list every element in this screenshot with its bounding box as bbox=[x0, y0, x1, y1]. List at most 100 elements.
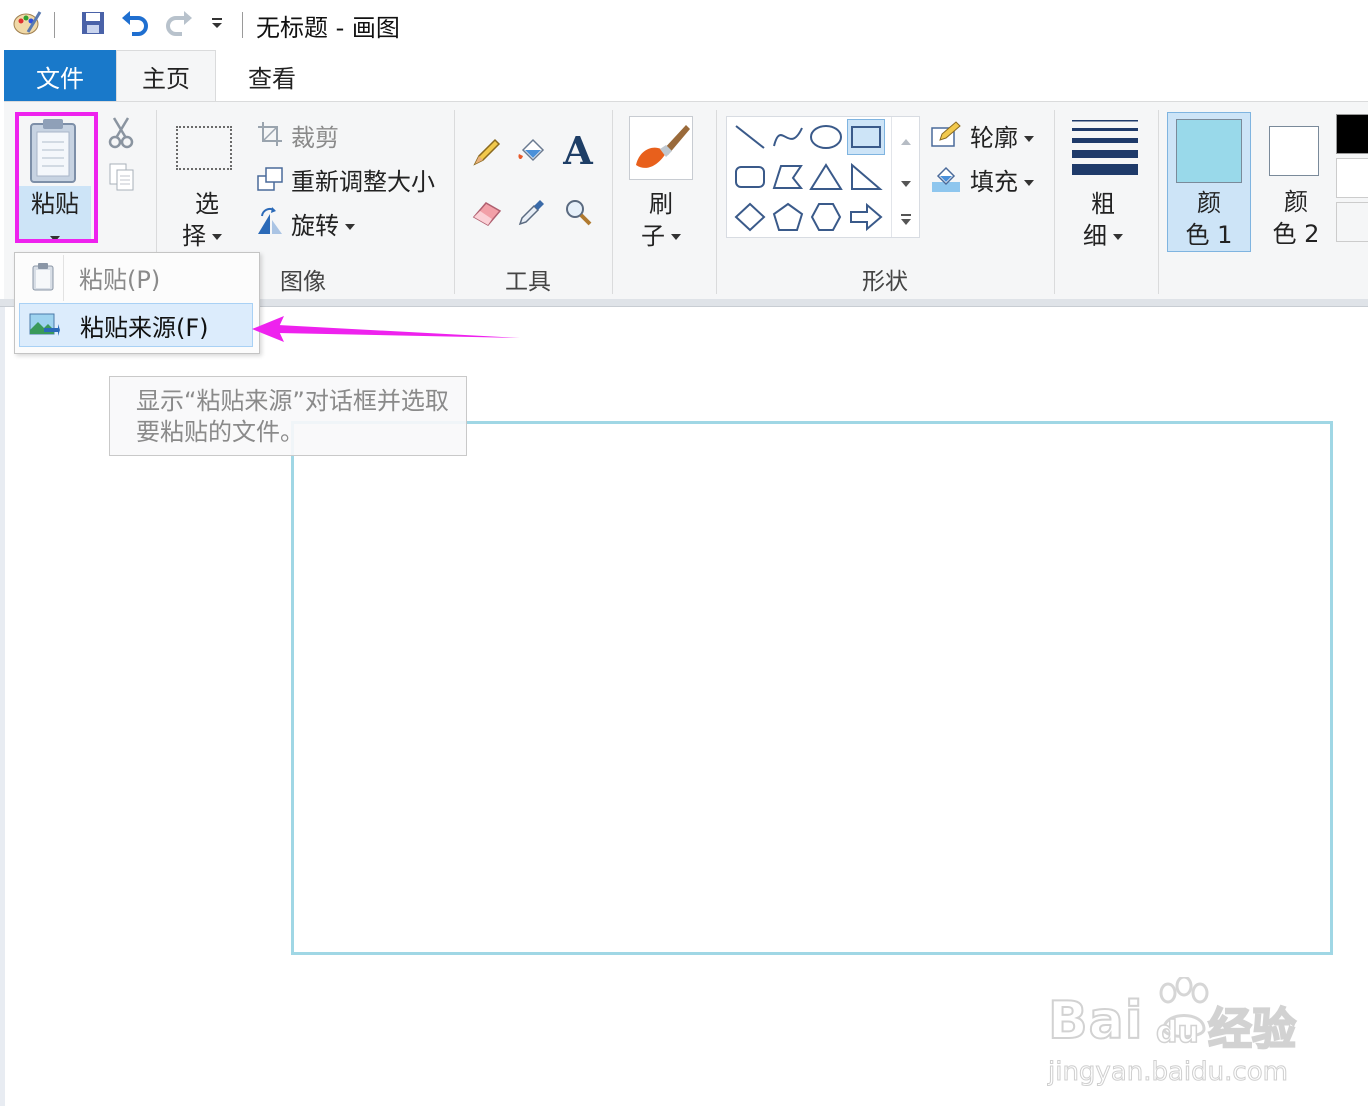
rotate-button[interactable]: 旋转 bbox=[291, 206, 355, 241]
paste-menu: 粘贴(P) 粘贴来源(F) bbox=[14, 252, 260, 354]
magnifier-icon[interactable] bbox=[558, 192, 598, 232]
brushes-label-1: 刷 bbox=[649, 190, 673, 218]
pentagon-shape-icon[interactable] bbox=[769, 199, 807, 235]
group-separator bbox=[716, 110, 717, 294]
chevron-down-icon bbox=[1113, 234, 1123, 240]
paint-app-icon[interactable] bbox=[12, 8, 42, 38]
chevron-down-icon bbox=[1024, 136, 1034, 142]
group-label-shapes: 形状 bbox=[862, 269, 908, 295]
group-separator bbox=[454, 110, 455, 294]
fill-bucket-icon[interactable] bbox=[512, 132, 552, 172]
pencil-icon[interactable] bbox=[467, 132, 507, 172]
watermark-url: jingyan.baidu.com bbox=[1048, 1057, 1289, 1088]
hexagon-shape-icon[interactable] bbox=[807, 199, 845, 235]
right-triangle-shape-icon[interactable] bbox=[847, 159, 885, 195]
paste-from-icon bbox=[20, 312, 68, 338]
line-shape-icon[interactable] bbox=[731, 119, 769, 155]
color-picker-icon[interactable] bbox=[512, 192, 552, 232]
group-label-tools: 工具 bbox=[505, 269, 551, 295]
palette-swatch-black[interactable] bbox=[1336, 114, 1368, 154]
select-label-1: 选 bbox=[195, 190, 219, 218]
tooltip-line-1: 显示“粘贴来源”对话框并选取 bbox=[136, 387, 449, 415]
brush-icon[interactable] bbox=[629, 116, 693, 180]
window-left-edge bbox=[0, 307, 5, 1106]
chevron-down-icon bbox=[671, 234, 681, 240]
group-label-image: 图像 bbox=[280, 269, 326, 295]
palette-swatch-white[interactable] bbox=[1336, 158, 1368, 198]
menu-item-paste-from-label: 粘贴来源(F) bbox=[80, 313, 209, 342]
size-label-2: 细 bbox=[1083, 222, 1107, 250]
size-button[interactable]: 细 bbox=[1070, 220, 1136, 252]
gallery-scroll bbox=[891, 117, 920, 237]
scroll-down-icon[interactable] bbox=[901, 173, 911, 192]
resize-label[interactable]: 重新调整大小 bbox=[291, 162, 435, 197]
scroll-up-icon[interactable] bbox=[901, 131, 911, 150]
brushes-button[interactable]: 子 bbox=[628, 220, 694, 252]
outline-icon[interactable] bbox=[930, 120, 962, 154]
resize-icon[interactable] bbox=[256, 164, 286, 198]
shapes-gallery bbox=[726, 116, 920, 238]
color1-button[interactable]: 颜 色 1 bbox=[1167, 112, 1251, 252]
rectangle-shape-icon[interactable] bbox=[847, 119, 885, 155]
palette-swatch-empty[interactable] bbox=[1336, 202, 1368, 242]
separator bbox=[242, 12, 243, 38]
group-separator bbox=[612, 110, 613, 294]
diamond-shape-icon[interactable] bbox=[731, 199, 769, 235]
fill-label: 填充 bbox=[970, 168, 1018, 196]
color1-swatch bbox=[1176, 119, 1242, 183]
rotate-label: 旋转 bbox=[291, 212, 339, 240]
customize-qat-icon[interactable] bbox=[202, 8, 232, 38]
select-button[interactable]: 择 bbox=[172, 220, 232, 252]
select-label-2: 择 bbox=[182, 222, 206, 250]
eraser-icon[interactable] bbox=[467, 192, 507, 232]
fill-icon[interactable] bbox=[930, 164, 962, 198]
crop-icon[interactable] bbox=[256, 120, 284, 152]
redo-icon[interactable] bbox=[164, 8, 194, 38]
chevron-down-icon bbox=[345, 224, 355, 230]
tooltip-line-2: 要粘贴的文件。 bbox=[136, 418, 304, 446]
polygon-shape-icon[interactable] bbox=[769, 159, 807, 195]
triangle-shape-icon[interactable] bbox=[807, 159, 845, 195]
chevron-down-icon bbox=[212, 234, 222, 240]
ribbon-tabs: 文件 主页 查看 bbox=[0, 50, 1368, 102]
fill-button[interactable]: 填充 bbox=[970, 162, 1034, 197]
group-separator bbox=[1054, 110, 1055, 294]
chevron-down-icon bbox=[1024, 180, 1034, 186]
tab-home[interactable]: 主页 bbox=[116, 50, 216, 102]
rotate-icon[interactable] bbox=[254, 206, 286, 240]
curve-shape-icon[interactable] bbox=[769, 119, 807, 155]
menu-item-paste-from[interactable]: 粘贴来源(F) bbox=[19, 303, 253, 347]
clipboard-icon bbox=[19, 262, 67, 292]
tab-view[interactable]: 查看 bbox=[222, 50, 322, 102]
outline-label: 轮廓 bbox=[970, 124, 1018, 152]
brushes-label-2: 子 bbox=[641, 222, 665, 250]
select-icon[interactable] bbox=[176, 126, 232, 170]
save-icon[interactable] bbox=[78, 8, 108, 38]
gallery-expand-icon[interactable] bbox=[901, 211, 911, 230]
size-icon[interactable] bbox=[1072, 120, 1138, 180]
color1-label-2: 色 1 bbox=[1185, 221, 1233, 249]
color2-label-1: 颜 bbox=[1284, 188, 1308, 216]
window-title: 无标题 - 画图 bbox=[256, 14, 400, 42]
arrow-right-shape-icon[interactable] bbox=[847, 199, 885, 235]
menu-item-paste-label: 粘贴(P) bbox=[79, 265, 161, 294]
undo-icon[interactable] bbox=[120, 8, 150, 38]
title-bar: 无标题 - 画图 bbox=[0, 0, 1368, 50]
oval-shape-icon[interactable] bbox=[807, 119, 845, 155]
size-label-1: 粗 bbox=[1091, 190, 1115, 218]
separator bbox=[54, 12, 55, 38]
menu-item-paste[interactable]: 粘贴(P) bbox=[19, 255, 253, 299]
color2-label-2: 色 2 bbox=[1272, 220, 1320, 248]
color1-label-1: 颜 bbox=[1197, 189, 1221, 217]
watermark-du: du bbox=[1155, 1014, 1199, 1051]
rounded-rectangle-shape-icon[interactable] bbox=[731, 159, 769, 195]
cut-icon[interactable] bbox=[108, 116, 134, 154]
annotation-arrow bbox=[252, 316, 520, 342]
text-tool-icon[interactable]: A bbox=[558, 128, 598, 173]
crop-label[interactable]: 裁剪 bbox=[291, 118, 339, 153]
color2-button[interactable]: 颜 色 2 bbox=[1254, 112, 1338, 252]
copy-icon[interactable] bbox=[108, 162, 136, 196]
color2-swatch bbox=[1269, 126, 1319, 176]
outline-button[interactable]: 轮廓 bbox=[970, 118, 1034, 153]
tab-file[interactable]: 文件 bbox=[4, 50, 116, 102]
